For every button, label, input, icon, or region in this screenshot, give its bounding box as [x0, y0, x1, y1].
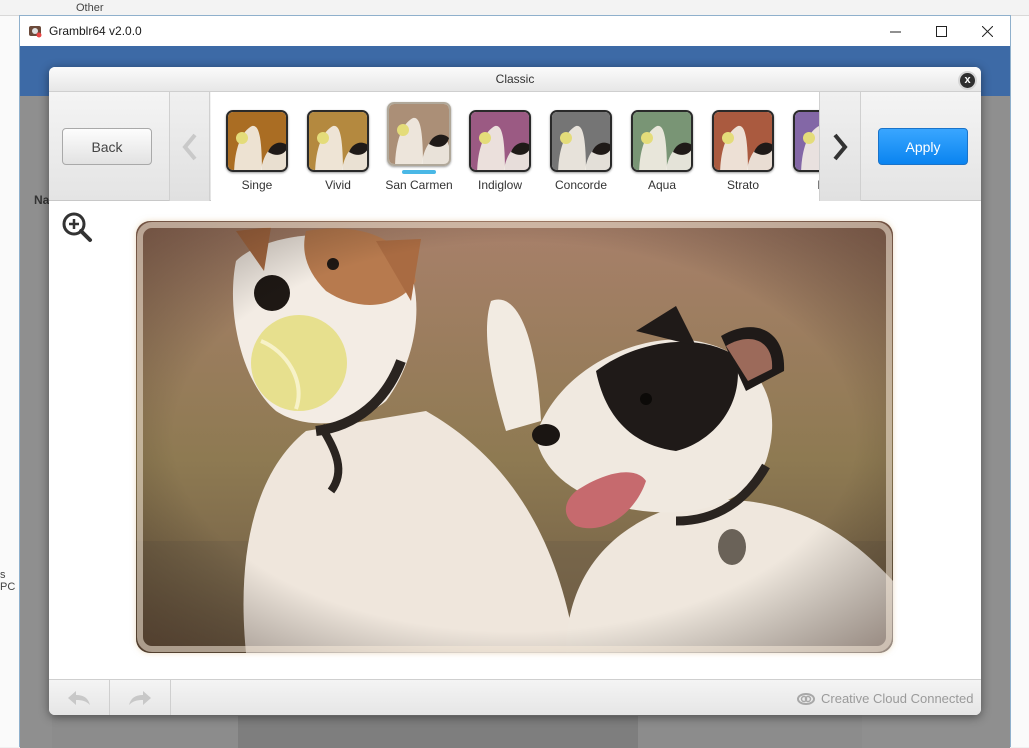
modal-footer: Creative Cloud Connected — [49, 679, 981, 715]
filter-thumbnail[interactable]: Vivid — [300, 102, 376, 192]
background-left-window: s PC — [0, 16, 20, 747]
filter-label: Aqua — [647, 178, 677, 192]
filters-prev-button[interactable] — [169, 92, 210, 201]
creative-cloud-icon — [797, 693, 815, 705]
filter-label: Vivid — [325, 178, 351, 192]
left-navigation: Na — [20, 96, 52, 748]
selected-indicator — [402, 170, 436, 174]
close-icon — [981, 25, 993, 37]
filters-next-button[interactable] — [819, 92, 861, 201]
filter-preview-image — [387, 102, 451, 166]
filter-label: Indiglow — [477, 178, 523, 192]
back-button[interactable]: Back — [62, 128, 152, 165]
close-window-button[interactable] — [964, 16, 1010, 46]
filter-label: Concorde — [554, 178, 608, 192]
filter-thumbnail[interactable]: Strato — [705, 102, 781, 192]
maximize-icon — [935, 25, 947, 37]
filter-thumbnail[interactable]: Aqua — [624, 102, 700, 192]
filter-preview-image — [712, 110, 774, 172]
filter-preview-image — [226, 110, 288, 172]
minimize-button[interactable] — [872, 16, 918, 46]
filter-thumbnail[interactable]: Concorde — [543, 102, 619, 192]
undo-button[interactable] — [49, 680, 110, 715]
filter-thumbnail[interactable]: San Carmen — [381, 102, 457, 192]
filter-preview-image — [550, 110, 612, 172]
filter-preview-image — [469, 110, 531, 172]
background-text-other: Other — [76, 2, 104, 14]
background-bottom-strip — [238, 716, 638, 748]
modal-close-button[interactable]: x — [958, 71, 977, 90]
undo-arrow-icon — [68, 691, 90, 705]
background-right-window — [1010, 16, 1029, 747]
modal-title: Classic — [495, 72, 535, 86]
filter-thumbnail[interactable]: La — [786, 102, 819, 192]
background-text-pc: s PC — [0, 569, 16, 593]
creative-cloud-label: Creative Cloud Connected — [821, 690, 974, 706]
modal-header: Classic x — [49, 67, 981, 92]
nav-heading: Na — [34, 193, 50, 207]
filter-thumbnail[interactable]: Singe — [219, 102, 295, 192]
filter-strip: Singe Vivid San Carmen Indiglow Concorde Aqua… — [211, 92, 819, 201]
preview-canvas — [49, 201, 981, 679]
filter-preview-image — [631, 110, 693, 172]
title-bar: Gramblr64 v2.0.0 — [20, 16, 1010, 46]
redo-button[interactable] — [110, 680, 171, 715]
preview-photo — [136, 221, 893, 653]
chevron-left-icon — [181, 133, 197, 160]
filter-preview-image — [793, 110, 819, 172]
filter-label: La — [786, 178, 819, 192]
creative-cloud-status: Creative Cloud Connected — [797, 689, 973, 707]
app-icon — [29, 26, 42, 38]
window-title: Gramblr64 v2.0.0 — [49, 24, 142, 38]
filter-label: Singe — [241, 178, 273, 192]
filter-label: Strato — [726, 178, 759, 192]
filter-toolbar: Back Singe Vivid San Carmen Indiglow Concord… — [49, 92, 981, 201]
maximize-button[interactable] — [918, 16, 964, 46]
filter-modal: Classic x Back Singe Vivid San Carmen Indig… — [49, 67, 981, 715]
redo-arrow-icon — [129, 691, 151, 705]
filter-preview-image — [307, 110, 369, 172]
chevron-right-icon — [833, 133, 848, 160]
apply-button[interactable]: Apply — [878, 128, 968, 165]
filter-thumbnail[interactable]: Indiglow — [462, 102, 538, 192]
filter-label: San Carmen — [385, 178, 453, 192]
zoom-in-button[interactable] — [61, 211, 93, 248]
background-window-strip: Other — [0, 0, 1029, 16]
zoom-in-icon — [62, 212, 92, 242]
dogs-photo-image — [136, 221, 893, 653]
minimize-icon — [889, 31, 901, 32]
